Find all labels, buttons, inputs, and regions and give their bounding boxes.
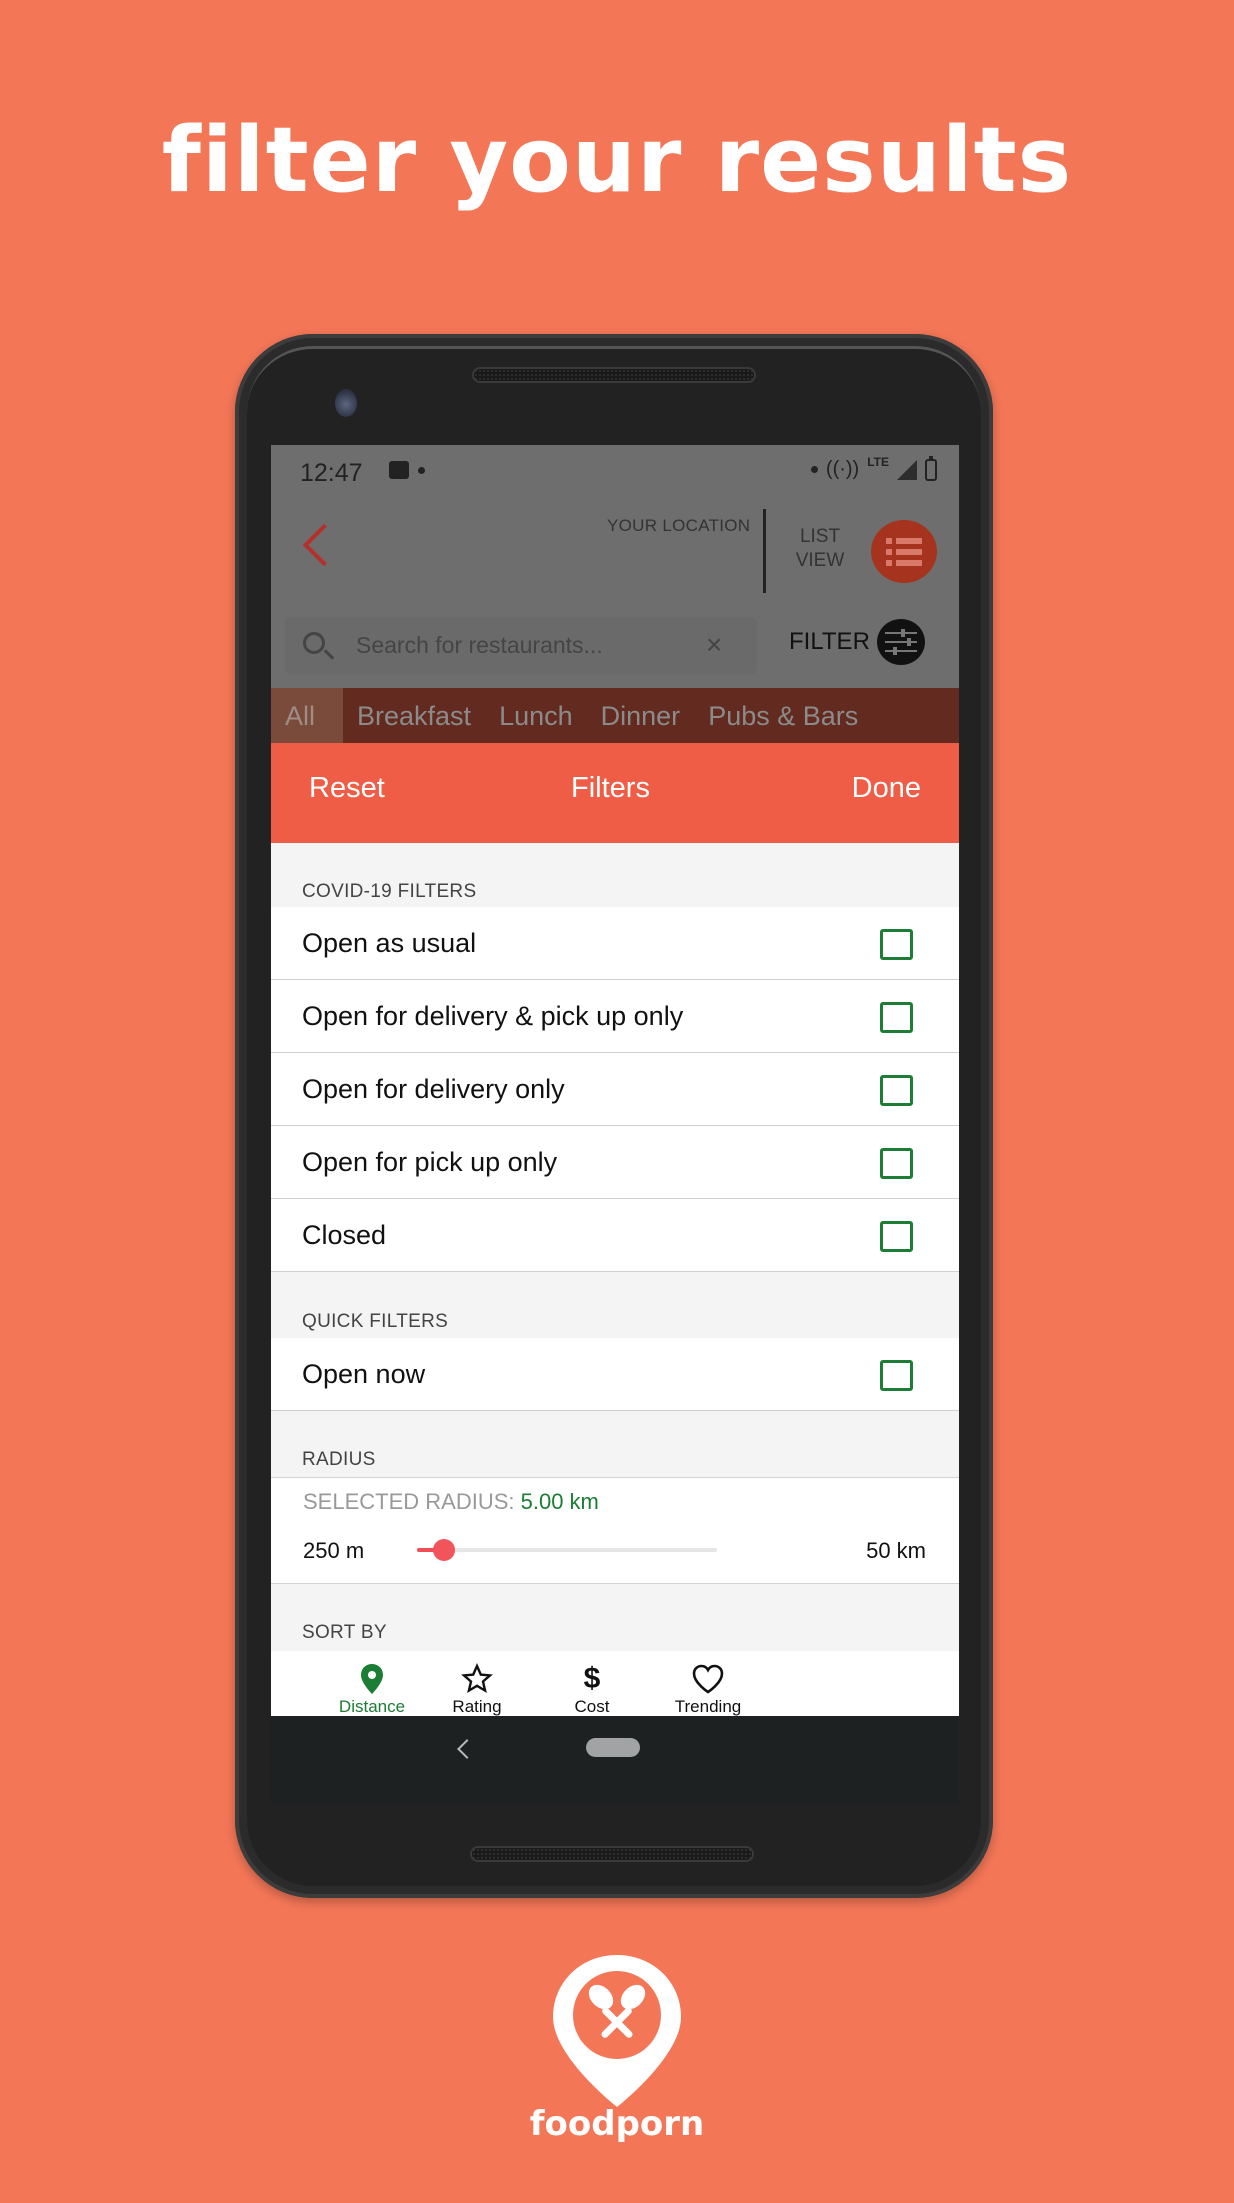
tab-breakfast[interactable]: Breakfast — [343, 688, 485, 745]
radius-max-label: 50 km — [866, 1538, 926, 1563]
checkbox[interactable] — [880, 1148, 913, 1179]
status-time: 12:47 — [300, 459, 363, 487]
reset-button[interactable]: Reset — [309, 772, 385, 805]
heart-icon — [692, 1664, 724, 1694]
filters-header: Reset Filters Done — [271, 743, 959, 843]
star-icon — [461, 1663, 493, 1694]
checkbox[interactable] — [880, 1360, 913, 1391]
list-icon — [886, 537, 922, 544]
sliders-icon — [885, 629, 917, 637]
list-view-button[interactable] — [871, 520, 937, 583]
sort-label: Cost — [574, 1697, 610, 1716]
front-camera — [335, 389, 357, 417]
headline: filter your results — [161, 108, 1073, 213]
filter-row-label: Open for delivery only — [302, 1074, 565, 1104]
sort-label: Distance — [338, 1697, 406, 1716]
header-divider — [763, 509, 766, 593]
checkbox[interactable] — [880, 1221, 913, 1252]
your-location-label[interactable]: YOUR LOCATION — [607, 516, 750, 536]
search-icon — [303, 632, 325, 654]
map-pin-spoons-icon — [553, 1955, 681, 2107]
checkbox[interactable] — [880, 1075, 913, 1106]
filter-row[interactable]: Open as usual — [271, 907, 959, 980]
list-view-label-line1: LIST — [799, 526, 841, 547]
brand-name: foodporn — [529, 2104, 705, 2144]
battery-charging-icon — [925, 455, 937, 481]
chevron-left-icon[interactable] — [302, 523, 346, 567]
filter-row[interactable]: Open now — [271, 1338, 959, 1411]
dimmed-background: 12:47 ((·)) LTE YOUR LOCATION LIST VIEW — [271, 445, 959, 745]
dollar-icon: $ — [583, 1662, 601, 1695]
radius-card: SELECTED RADIUS: 5.00 km 250 m 50 km — [271, 1477, 959, 1584]
filter-label[interactable]: FILTER — [789, 628, 870, 656]
filter-row[interactable]: Open for delivery & pick up only — [271, 980, 959, 1053]
status-icons: ((·)) LTE — [810, 454, 937, 481]
checkbox[interactable] — [880, 1002, 913, 1033]
bottom-speaker — [470, 1846, 754, 1862]
filter-row[interactable]: Open for delivery only — [271, 1053, 959, 1126]
close-icon[interactable]: × — [706, 631, 722, 659]
radius-slider-thumb[interactable] — [433, 1539, 455, 1561]
list-view-label-line2: VIEW — [795, 550, 845, 571]
network-type: LTE — [867, 454, 889, 469]
dot-icon — [810, 466, 818, 473]
selected-radius-value: 5.00 km — [520, 1489, 599, 1514]
section-label-sort: SORT BY — [302, 1622, 387, 1643]
search-box[interactable]: × — [286, 618, 756, 673]
hotspot-icon: ((·)) — [825, 458, 860, 480]
checkbox[interactable] — [880, 929, 913, 960]
filter-row-label: Open as usual — [302, 928, 477, 958]
sort-label: Trending — [674, 1697, 742, 1716]
selected-radius-label: SELECTED RADIUS: — [303, 1489, 521, 1514]
filters-title: Filters — [571, 772, 650, 804]
phone-screen: 12:47 ((·)) LTE YOUR LOCATION LIST VIEW — [271, 445, 959, 1805]
list-view-label[interactable]: LIST VIEW — [791, 525, 849, 573]
selected-radius: SELECTED RADIUS: 5.00 km — [303, 1489, 599, 1515]
category-tabs: All Breakfast Lunch Dinner Pubs & Bars — [271, 688, 959, 745]
sort-label: Rating — [452, 1697, 502, 1716]
section-label-covid: COVID-19 FILTERS — [302, 881, 477, 902]
tab-all[interactable]: All — [271, 688, 343, 745]
nav-home-button[interactable] — [586, 1738, 640, 1757]
location-pin-icon — [361, 1664, 383, 1694]
tab-pubs-bars[interactable]: Pubs & Bars — [694, 688, 872, 745]
notification-icon — [389, 461, 409, 479]
filter-row[interactable]: Closed — [271, 1199, 959, 1272]
status-bar: 12:47 ((·)) LTE — [271, 445, 959, 501]
search-input[interactable] — [356, 628, 656, 662]
section-label-quick: QUICK FILTERS — [302, 1311, 449, 1332]
signal-icon — [897, 459, 917, 480]
nav-back-icon[interactable] — [457, 1739, 477, 1759]
filter-button[interactable] — [877, 619, 925, 665]
dot-icon — [418, 467, 425, 474]
filter-row-label: Open for pick up only — [302, 1147, 558, 1177]
android-nav-bar — [271, 1716, 959, 1805]
tab-dinner[interactable]: Dinner — [587, 688, 695, 745]
radius-slider[interactable] — [417, 1539, 717, 1561]
filter-row-label: Open now — [302, 1359, 426, 1389]
section-label-radius: RADIUS — [302, 1449, 376, 1470]
earpiece-speaker — [472, 367, 756, 383]
done-button[interactable]: Done — [852, 772, 921, 805]
filter-row[interactable]: Open for pick up only — [271, 1126, 959, 1199]
radius-min-label: 250 m — [303, 1538, 365, 1563]
filter-row-label: Open for delivery & pick up only — [302, 1001, 684, 1031]
tab-lunch[interactable]: Lunch — [485, 688, 587, 745]
filter-row-label: Closed — [302, 1220, 387, 1250]
